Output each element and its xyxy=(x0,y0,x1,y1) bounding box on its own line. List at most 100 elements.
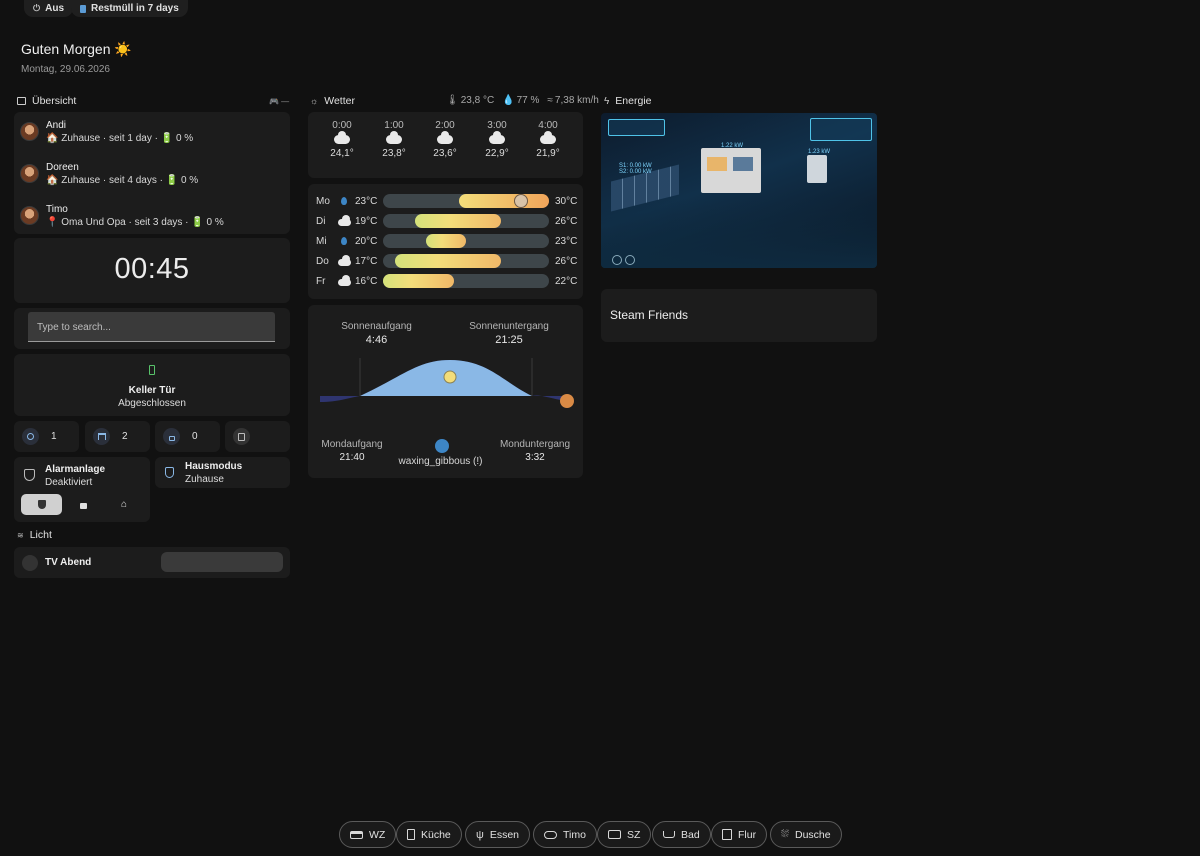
scene-slider[interactable] xyxy=(161,552,283,572)
house-window xyxy=(733,157,753,171)
weather-title: Wetter xyxy=(324,95,355,107)
door-name: Keller Tür xyxy=(128,385,176,396)
wind-icon: ≈ xyxy=(547,95,553,106)
door-state: Abgeschlossen xyxy=(118,398,186,409)
steam-friends-card[interactable]: Steam Friends xyxy=(601,289,877,342)
cloud-icon xyxy=(333,255,355,266)
alarm-disarm-button[interactable] xyxy=(21,494,62,515)
nav-sz[interactable]: SZ xyxy=(597,821,652,848)
sunset: Sonnenuntergang 21:25 xyxy=(461,321,557,346)
image-control-1[interactable] xyxy=(612,255,622,265)
temperature-range-bar xyxy=(383,274,549,288)
cutlery-icon: ψ xyxy=(476,828,484,841)
hour-temp: 23,8° xyxy=(382,148,406,159)
temperature-range-bar xyxy=(383,234,549,248)
house-power-label: 1.22 kW xyxy=(721,143,744,149)
housemode-card[interactable]: Hausmodus Zuhause xyxy=(155,457,290,488)
scene-name: TV Abend xyxy=(45,557,92,568)
forecast-day: Mi xyxy=(316,235,327,247)
shield-off-icon xyxy=(37,500,46,509)
overview-actions[interactable]: 🎮 — xyxy=(269,97,289,106)
nav-label: Flur xyxy=(738,828,757,841)
nav-dusche[interactable]: ⛆ Dusche xyxy=(770,821,842,848)
image-control-2[interactable] xyxy=(625,255,635,265)
shutter-counter[interactable]: 2 xyxy=(85,421,150,452)
hour-time: 2:00 xyxy=(435,120,455,131)
sun-position xyxy=(443,370,457,384)
door-card[interactable]: Keller Tür Abgeschlossen xyxy=(14,354,290,416)
weather-current: 🌡 23,8 °C 💧 77 % ≈ 7,38 km/h xyxy=(446,95,599,106)
moonrise-time: 21:40 xyxy=(339,452,365,463)
nav-flur[interactable]: Flur xyxy=(711,821,768,848)
tv-abend-scene[interactable]: TV Abend xyxy=(14,547,290,578)
power-icon: ⏻ xyxy=(33,3,41,13)
shower-icon: ⛆ xyxy=(781,829,789,840)
alarm-arm-away-button[interactable] xyxy=(68,494,98,515)
temperature-range-bar xyxy=(383,214,549,228)
power-chip[interactable]: ⏻ Aus xyxy=(24,0,74,17)
search-input[interactable]: Type to search... xyxy=(28,312,275,342)
nav-essen[interactable]: ψ Essen xyxy=(465,821,531,848)
trash-chip[interactable]: Restmüll in 7 days xyxy=(71,0,188,17)
overview-title: Übersicht xyxy=(32,95,77,107)
hour-3: 3:00 22,9° xyxy=(477,120,517,159)
temperature-range-fill xyxy=(459,194,549,208)
rain-icon xyxy=(333,237,355,245)
sun-moon-card: Sonnenaufgang 4:46 Sonnenuntergang 21:25… xyxy=(308,305,583,478)
forecast-day: Do xyxy=(316,255,329,267)
nav-kueche[interactable]: Küche xyxy=(396,821,462,848)
sunrise-label: Sonnenaufgang xyxy=(341,321,412,332)
thermometer-icon: 🌡 xyxy=(446,95,459,106)
nav-bad[interactable]: Bad xyxy=(652,821,711,848)
forecast-day: Mo xyxy=(316,195,330,207)
light-section-header: ≋ Licht xyxy=(17,529,52,541)
alarm-arm-home-button[interactable]: ⌂ xyxy=(109,494,139,515)
current-temp-marker xyxy=(513,194,528,208)
housemode-title: Hausmodus xyxy=(185,461,243,472)
cloud-icon xyxy=(333,215,355,226)
forecast-min: 17°C xyxy=(355,255,378,267)
alarm-card: Alarmanlage Deaktiviert ⌂ xyxy=(14,457,150,522)
person-doreen[interactable]: Doreen 🏠 Zuhause · seit 4 days · 🔋 0 % xyxy=(20,162,198,186)
info-box xyxy=(810,118,872,141)
shutter-icon xyxy=(93,428,110,445)
hourly-forecast-card: 0:00 24,1° 1:00 23,8° 2:00 23,6° 3:00 22… xyxy=(308,112,583,178)
forecast-row: Fr 16°C 22°C xyxy=(316,274,578,288)
nav-label: SZ xyxy=(627,828,641,841)
avatar xyxy=(20,206,39,225)
moon-phase-icon xyxy=(435,439,449,453)
house-window xyxy=(707,157,727,171)
trash-bin-icon xyxy=(80,4,86,13)
energy-flow-image[interactable]: 1.22 kW 1.23 kW S1: 0.00 kW S2: 0.00 kW xyxy=(601,113,877,268)
temperature-range-fill xyxy=(414,214,501,228)
moonrise-label: Mondaufgang xyxy=(321,439,383,450)
lights-counter[interactable]: 1 xyxy=(14,421,79,452)
nav-label: Bad xyxy=(681,828,700,841)
person-timo[interactable]: Timo 📍 Oma Und Opa · seit 3 days · 🔋 0 % xyxy=(20,204,224,228)
current-wind: 7,38 km/h xyxy=(554,95,599,106)
temperature-range-bar xyxy=(383,194,549,208)
forecast-max: 26°C xyxy=(555,215,578,227)
forecast-row: Mi 20°C 23°C xyxy=(316,234,578,248)
nav-wz[interactable]: WZ xyxy=(339,821,397,848)
bed-icon xyxy=(608,830,621,839)
temperature-range-fill xyxy=(394,254,501,268)
hour-temp: 23,6° xyxy=(433,148,457,159)
sofa-icon xyxy=(350,830,363,839)
person-andi[interactable]: Andi 🏠 Zuhause · seit 1 day · 🔋 0 % xyxy=(20,120,193,144)
sun-icon: ☼ xyxy=(310,96,319,106)
solar-label: S1: 0.00 kW S2: 0.00 kW xyxy=(619,163,652,175)
hour-4: 4:00 21,9° xyxy=(528,120,568,159)
nav-label: Küche xyxy=(421,828,451,841)
light-icon: ≋ xyxy=(17,530,24,540)
device-counter[interactable] xyxy=(225,421,290,452)
forecast-day: Di xyxy=(316,215,326,227)
lock-icon xyxy=(79,502,87,509)
nav-timo[interactable]: Timo xyxy=(533,821,597,848)
temperature-range-fill xyxy=(426,234,466,248)
lightning-icon: ϟ xyxy=(604,95,610,107)
shutter-count: 2 xyxy=(122,431,128,442)
plug-power-label: 1.23 kW xyxy=(808,149,831,155)
lock-counter[interactable]: 0 xyxy=(155,421,220,452)
person-status: 🏠 Zuhause · seit 1 day · 🔋 0 % xyxy=(46,133,194,144)
